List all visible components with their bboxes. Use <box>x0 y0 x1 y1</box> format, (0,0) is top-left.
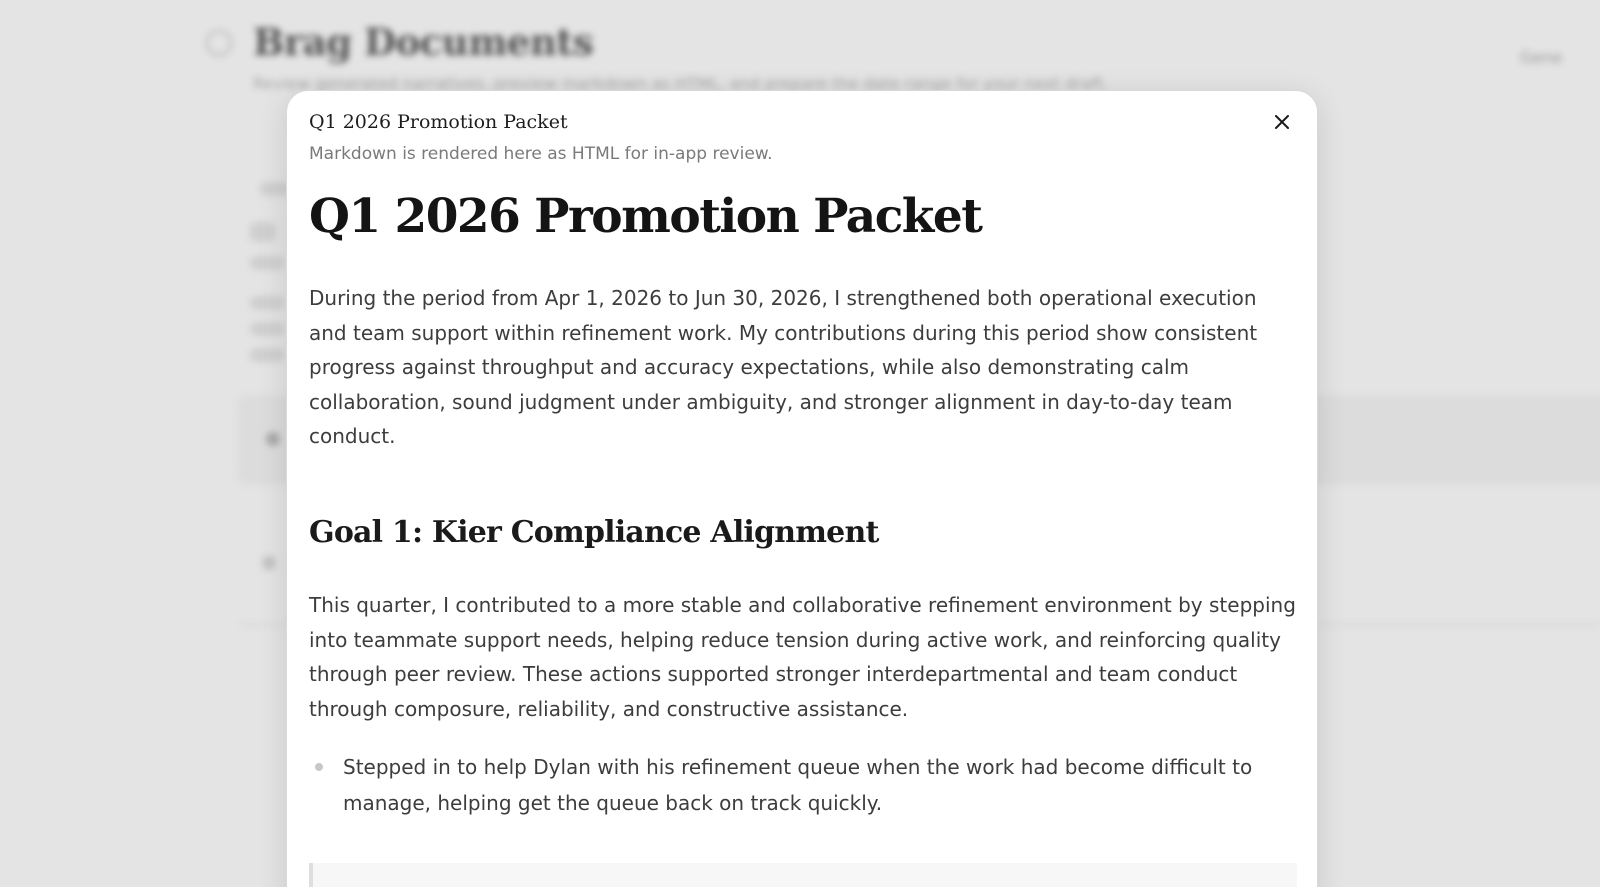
bullet-icon <box>315 763 323 771</box>
list-item: Stepped in to help Dylan with his refine… <box>309 749 1299 821</box>
goal-heading: Goal 1: Kier Compliance Alignment <box>309 515 879 550</box>
background-chevron-icon <box>262 556 276 570</box>
goal-bullet-list: Stepped in to help Dylan with his refine… <box>309 749 1299 821</box>
modal-subtitle: Markdown is rendered here as HTML for in… <box>309 144 773 164</box>
close-button[interactable] <box>1267 107 1297 137</box>
document-preview-modal: Q1 2026 Promotion Packet Markdown is ren… <box>286 90 1318 887</box>
page: Brag Documents Review generated narrativ… <box>0 0 1600 887</box>
modal-title: Q1 2026 Promotion Packet <box>309 111 568 133</box>
background-page-title: Brag Documents <box>253 20 594 64</box>
document-title: Q1 2026 Promotion Packet <box>309 189 983 244</box>
back-icon <box>206 30 232 56</box>
background-status-dot <box>266 432 280 446</box>
document-intro: During the period from Apr 1, 2026 to Ju… <box>309 286 1258 448</box>
modal-header: Q1 2026 Promotion Packet Markdown is ren… <box>309 109 1295 165</box>
bullet-text: Stepped in to help Dylan with his refine… <box>343 755 1253 815</box>
blockquote <box>309 863 1297 887</box>
background-generate-button: Gene <box>1520 48 1563 67</box>
goal-paragraph: This quarter, I contributed to a more st… <box>309 593 1296 721</box>
close-icon <box>1275 115 1289 129</box>
